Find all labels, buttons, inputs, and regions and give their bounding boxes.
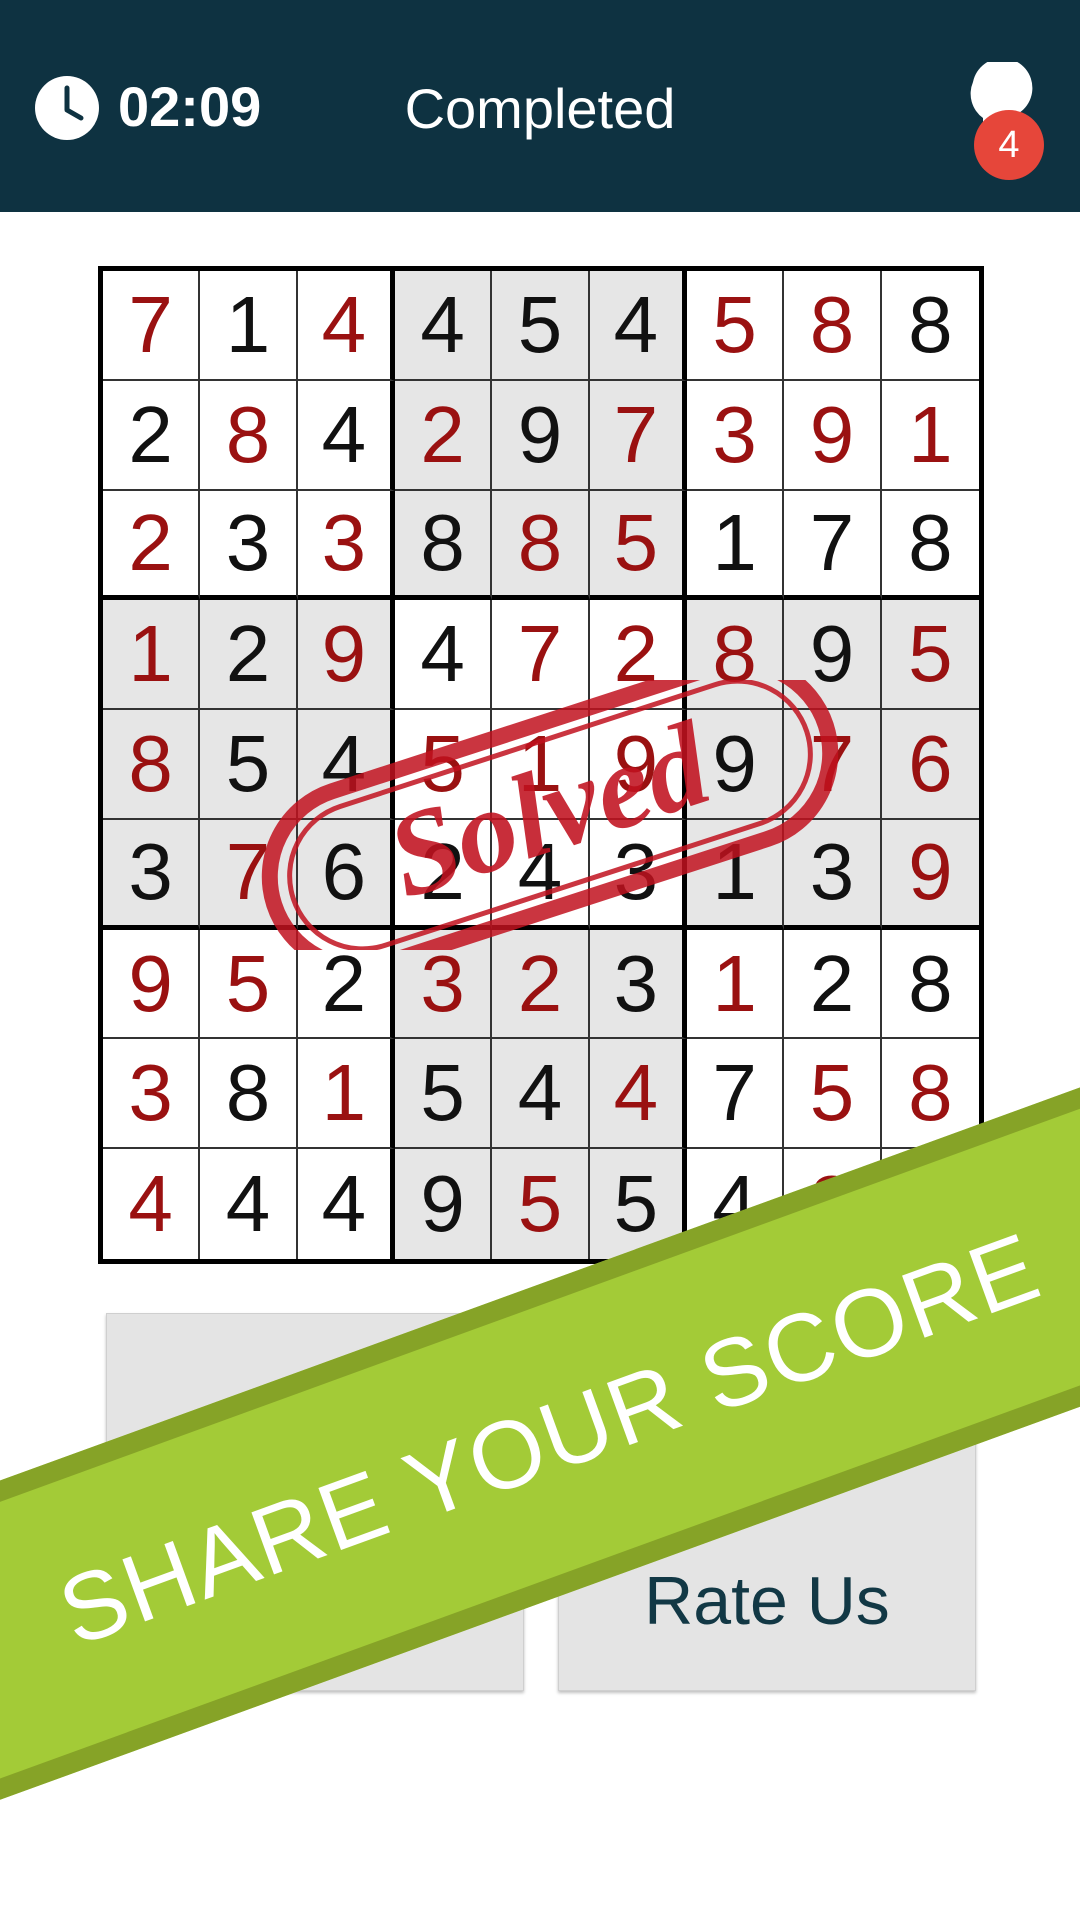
timer: 02:09 (118, 75, 262, 138)
board-cell[interactable]: 1 (103, 600, 201, 711)
board-cell[interactable]: 8 (881, 271, 979, 381)
board-cell[interactable]: 7 (492, 600, 590, 711)
board-cell[interactable]: 6 (297, 819, 395, 930)
board-cell[interactable]: 9 (589, 710, 687, 820)
board-cell[interactable]: 5 (395, 710, 493, 820)
board-cell[interactable]: 3 (200, 490, 298, 601)
board-cell[interactable]: 2 (103, 380, 201, 491)
clock-icon (35, 76, 99, 140)
board-cell[interactable]: 8 (492, 490, 590, 601)
board-cell[interactable]: 7 (589, 380, 687, 491)
board-cell[interactable]: 4 (492, 819, 590, 930)
board-cell[interactable]: 5 (200, 710, 298, 820)
board-cell[interactable]: 4 (297, 1149, 395, 1259)
board-cell[interactable]: 8 (200, 1039, 298, 1150)
board-cell[interactable]: 2 (103, 490, 201, 601)
hint-count-badge: 4 (974, 110, 1044, 180)
top-bar: 02:09 Completed 4 (0, 0, 1080, 212)
board-cell[interactable]: 4 (589, 1039, 687, 1150)
board-cell[interactable]: 6 (881, 710, 979, 820)
board-cell[interactable]: 1 (687, 490, 785, 601)
board-cell[interactable]: 1 (200, 271, 298, 381)
board-cell[interactable]: 4 (200, 1149, 298, 1259)
board-cell[interactable]: 9 (881, 819, 979, 930)
board-cell[interactable]: 7 (103, 271, 201, 381)
board-cell[interactable]: 9 (492, 380, 590, 491)
board-cell[interactable]: 3 (103, 1039, 201, 1150)
board-cell[interactable]: 5 (687, 271, 785, 381)
board-cell[interactable]: 8 (103, 710, 201, 820)
board-cell[interactable]: 7 (784, 710, 882, 820)
board-cell[interactable]: 4 (492, 1039, 590, 1150)
board-cell[interactable]: 1 (687, 929, 785, 1040)
board-cell[interactable]: 2 (784, 929, 882, 1040)
board-cell[interactable]: 3 (395, 929, 493, 1040)
board-cell[interactable]: 5 (784, 1039, 882, 1150)
board-cell[interactable]: 4 (297, 710, 395, 820)
board-cell[interactable]: 5 (395, 1039, 493, 1150)
board-cell[interactable]: 7 (200, 819, 298, 930)
board-cell[interactable]: 9 (395, 1149, 493, 1259)
board-cell[interactable]: 7 (784, 490, 882, 601)
board-cell[interactable]: 8 (395, 490, 493, 601)
board-cell[interactable]: 9 (784, 380, 882, 491)
board-cell[interactable]: 8 (784, 271, 882, 381)
sudoku-board: 7144545882842973912338851781294728958545… (98, 266, 984, 1264)
board-cell[interactable]: 5 (200, 929, 298, 1040)
board-cell[interactable]: 1 (492, 710, 590, 820)
board-cell[interactable]: 3 (687, 380, 785, 491)
status-title: Completed (404, 77, 676, 140)
board-cell[interactable]: 4 (103, 1149, 201, 1259)
board-cell[interactable]: 4 (589, 271, 687, 381)
board-cell[interactable]: 4 (297, 271, 395, 381)
board-cell[interactable]: 8 (200, 380, 298, 491)
board-cell[interactable]: 4 (297, 380, 395, 491)
board-cell[interactable]: 1 (881, 380, 979, 491)
board-cell[interactable]: 4 (395, 600, 493, 711)
board-cell[interactable]: 3 (589, 929, 687, 1040)
board-cell[interactable]: 3 (784, 819, 882, 930)
board-cell[interactable]: 5 (492, 1149, 590, 1259)
board-cell[interactable]: 2 (200, 600, 298, 711)
board-cell[interactable]: 8 (881, 929, 979, 1040)
board-cell[interactable]: 4 (395, 271, 493, 381)
board-cell[interactable]: 3 (589, 819, 687, 930)
board-cell[interactable]: 3 (297, 490, 395, 601)
board-cell[interactable]: 9 (103, 929, 201, 1040)
board-cell[interactable]: 2 (492, 929, 590, 1040)
board-cell[interactable]: 1 (687, 819, 785, 930)
board-cell[interactable]: 8 (687, 600, 785, 711)
board-cell[interactable]: 3 (103, 819, 201, 930)
board-cell[interactable]: 7 (687, 1039, 785, 1150)
board-cell[interactable]: 2 (395, 819, 493, 930)
board-cell[interactable]: 5 (881, 600, 979, 711)
board-cell[interactable]: 9 (297, 600, 395, 711)
board-cell[interactable]: 1 (297, 1039, 395, 1150)
board-cell[interactable]: 5 (492, 271, 590, 381)
board-cell[interactable]: 2 (297, 929, 395, 1040)
board-cell[interactable]: 5 (589, 490, 687, 601)
board-cell[interactable]: 8 (881, 490, 979, 601)
board-cell[interactable]: 9 (687, 710, 785, 820)
board-cell[interactable]: 9 (784, 600, 882, 711)
board-cell[interactable]: 2 (395, 380, 493, 491)
board-cell[interactable]: 2 (589, 600, 687, 711)
